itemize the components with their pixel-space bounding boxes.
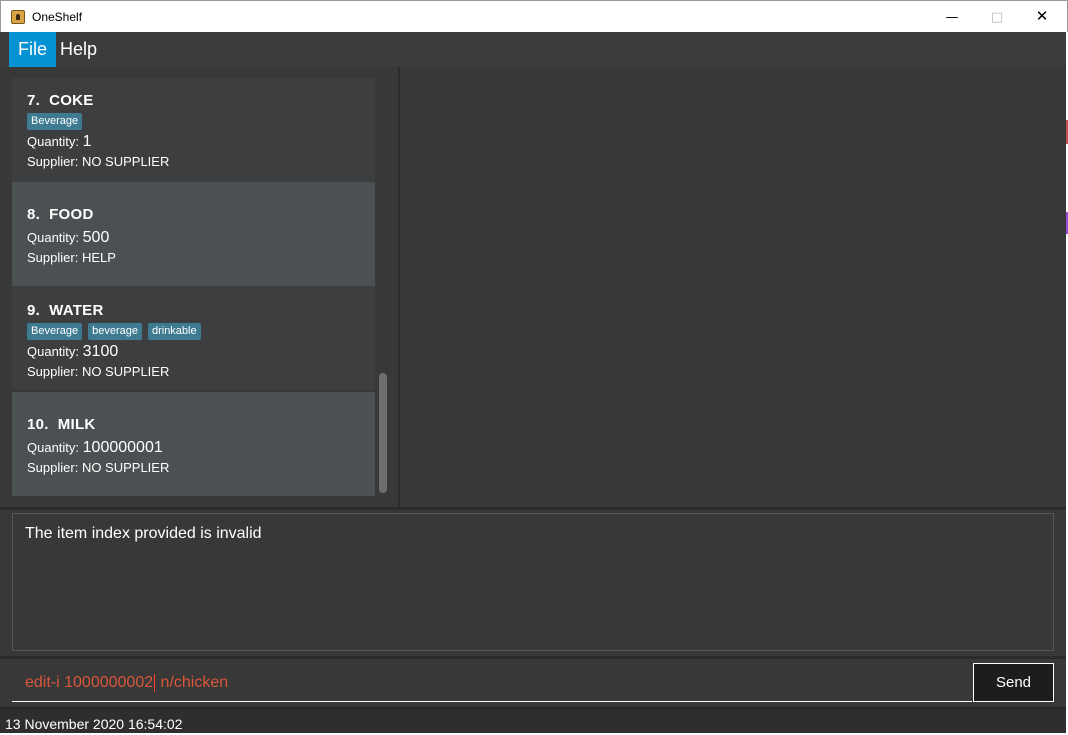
scrollbar-thumb[interactable] (379, 373, 387, 493)
menu-file[interactable]: File (9, 32, 57, 67)
quantity-value: 100000001 (82, 439, 163, 456)
minimize-button[interactable]: — (929, 1, 975, 32)
quantity-label: Quantity: (27, 440, 80, 455)
supplier-value: NO SUPPLIER (81, 154, 170, 169)
tag-badge: drinkable (147, 323, 201, 340)
app-icon (11, 10, 25, 24)
close-icon: ✕ (1035, 7, 1049, 25)
tag-badge: beverage (88, 323, 142, 340)
supplier-value: NO SUPPLIER (81, 460, 170, 475)
item-tags: Beverage beverage drinkable (27, 323, 201, 340)
item-quantity: Quantity: 500 (27, 229, 109, 247)
maximize-button[interactable]: □ (974, 1, 1020, 32)
close-button[interactable]: ✕ (1019, 1, 1065, 32)
supplier-label: Supplier: (27, 154, 79, 169)
list-scrollbar[interactable] (377, 67, 391, 499)
quantity-value: 3100 (82, 343, 119, 360)
item-card[interactable]: 9. WATER Beverage beverage drinkable Qua… (12, 286, 375, 390)
send-button[interactable]: Send (973, 663, 1054, 702)
item-index: 10. (27, 416, 49, 433)
supplier-value: NO SUPPLIER (81, 364, 170, 379)
item-card[interactable]: 8. FOOD Quantity: 500 Supplier: HELP (12, 182, 375, 286)
item-name: WATER (49, 302, 104, 319)
main-area: 7. COKE Beverage Quantity: 1 Supplier: N… (0, 67, 1066, 507)
maximize-icon: □ (990, 10, 1004, 25)
item-card[interactable]: 10. MILK Quantity: 100000001 Supplier: N… (12, 392, 375, 496)
item-supplier: Supplier: HELP (27, 250, 116, 265)
item-index: 9. (27, 302, 41, 319)
command-text-after-caret: n/chicken (156, 674, 229, 692)
title-bar: OneShelf — □ ✕ (0, 0, 1068, 32)
result-message: The item index provided is invalid (25, 525, 262, 542)
item-title: 10. MILK (27, 416, 96, 433)
quantity-label: Quantity: (27, 230, 80, 245)
quantity-value: 1 (82, 133, 92, 150)
item-name: MILK (57, 416, 96, 433)
item-index: 8. (27, 206, 41, 223)
tag-badge: Beverage (27, 323, 83, 340)
item-list-panel: 7. COKE Beverage Quantity: 1 Supplier: N… (0, 67, 400, 507)
item-name: COKE (49, 92, 94, 109)
item-card[interactable]: 7. COKE Beverage Quantity: 1 Supplier: N… (12, 78, 375, 182)
result-display-area: The item index provided is invalid (0, 510, 1066, 656)
supplier-value: HELP (81, 250, 116, 265)
result-display[interactable]: The item index provided is invalid (12, 513, 1054, 651)
supplier-label: Supplier: (27, 460, 79, 475)
item-name: FOOD (49, 206, 94, 223)
command-input[interactable]: edit-i 1000000002 n/chicken (12, 663, 972, 702)
item-supplier: Supplier: NO SUPPLIER (27, 364, 169, 379)
menu-help[interactable]: Help (51, 32, 106, 67)
minimize-icon: — (945, 10, 959, 25)
status-bar: 13 November 2020 16:54:02 (0, 707, 1066, 733)
item-index: 7. (27, 92, 41, 109)
item-title: 7. COKE (27, 92, 94, 109)
tag-badge: Beverage (27, 113, 83, 130)
quantity-label: Quantity: (27, 134, 80, 149)
item-quantity: Quantity: 100000001 (27, 439, 163, 457)
command-text-before-caret: edit-i 1000000002 (25, 674, 154, 692)
item-title: 9. WATER (27, 302, 104, 319)
detail-panel (402, 67, 1066, 507)
item-title: 8. FOOD (27, 206, 94, 223)
menu-bar: File Help (0, 32, 1066, 67)
item-supplier: Supplier: NO SUPPLIER (27, 154, 169, 169)
item-tags: Beverage (27, 113, 83, 130)
status-datetime: 13 November 2020 16:54:02 (5, 716, 183, 732)
window-title: OneShelf (32, 10, 83, 24)
item-supplier: Supplier: NO SUPPLIER (27, 460, 169, 475)
item-quantity: Quantity: 1 (27, 133, 92, 151)
text-caret (154, 674, 156, 692)
supplier-label: Supplier: (27, 250, 79, 265)
supplier-label: Supplier: (27, 364, 79, 379)
quantity-label: Quantity: (27, 344, 80, 359)
quantity-value: 500 (82, 229, 110, 246)
item-quantity: Quantity: 3100 (27, 343, 118, 361)
command-area: edit-i 1000000002 n/chicken Send (0, 659, 1066, 707)
